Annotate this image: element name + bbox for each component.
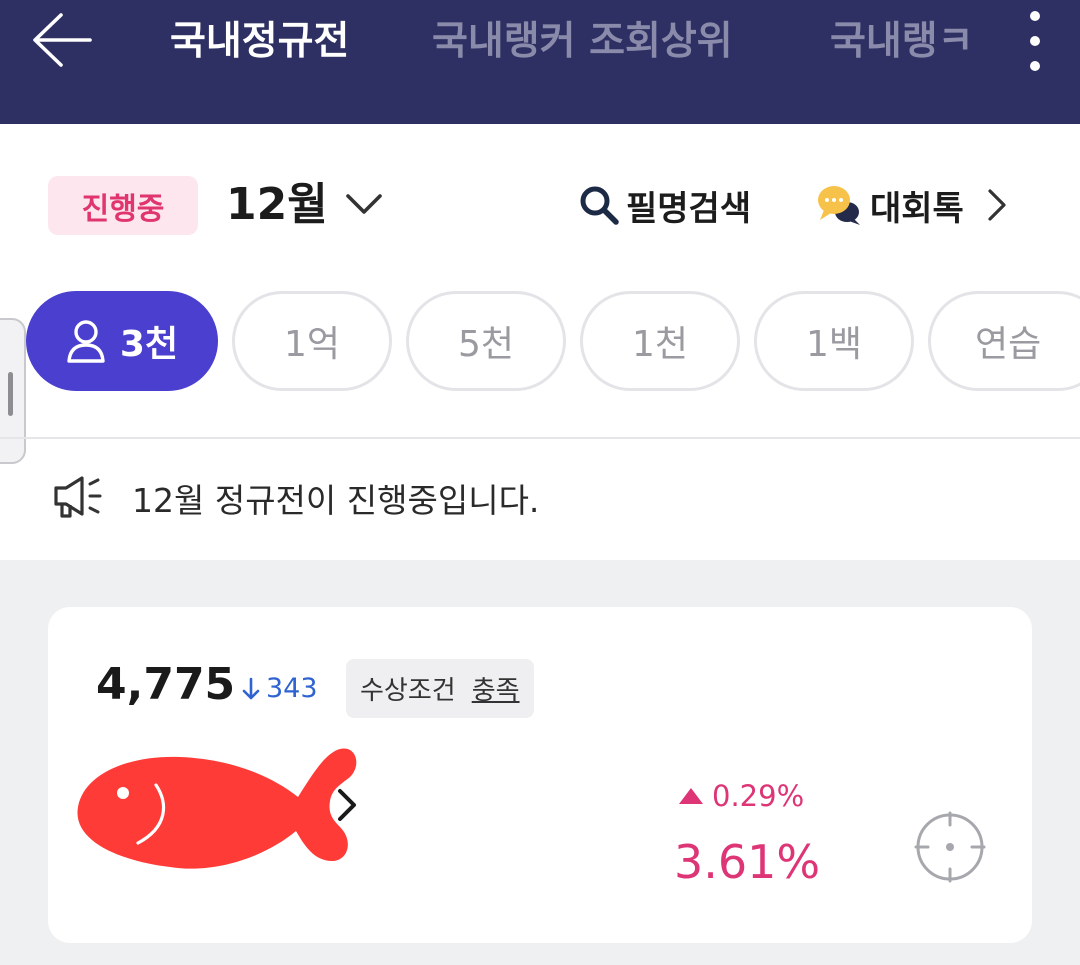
month-selector[interactable]: 12월: [226, 176, 328, 234]
chip-label: 3천: [119, 324, 179, 365]
notice-bar: 12월 정규전이 진행중입니다.: [52, 470, 539, 526]
back-arrow-icon: [33, 13, 92, 67]
daily-change: 0.29%: [678, 779, 804, 813]
contest-talk-button[interactable]: 대회톡: [816, 178, 1012, 232]
rank-change: 343: [242, 673, 318, 704]
tab-domestic-regular[interactable]: 국내정규전: [170, 14, 349, 70]
chip-50m[interactable]: 5천: [406, 291, 566, 391]
nickname-search-button[interactable]: 필명검색: [578, 178, 751, 232]
status-badge: 진행중: [48, 176, 198, 235]
chip-practice[interactable]: 연습: [928, 291, 1080, 391]
back-button[interactable]: [22, 8, 102, 72]
side-drawer-handle[interactable]: [0, 318, 26, 464]
points-value: 4,775: [96, 659, 236, 710]
chip-100m[interactable]: 1억: [232, 291, 392, 391]
tab-domestic-ranker-views[interactable]: 국내랭커 조회상위: [432, 14, 733, 70]
triangle-up-icon: [679, 788, 703, 804]
divider: [0, 437, 1080, 439]
award-label: 수상조건: [360, 676, 456, 706]
more-vertical-icon[interactable]: [1012, 8, 1058, 74]
award-condition-box: 수상조건 충족: [346, 659, 534, 718]
search-label: 필명검색: [626, 188, 752, 229]
rank-change-value: 343: [266, 673, 318, 704]
chevron-right-icon[interactable]: [334, 785, 360, 825]
fish-icon: [77, 748, 357, 869]
top-app-bar: 국내정규전 국내랭커 조회상위 국내랭ㅋ: [0, 0, 1080, 124]
daily-change-value: 0.29%: [712, 779, 805, 813]
chevron-down-icon[interactable]: [344, 184, 384, 224]
chevron-right-icon: [988, 189, 1006, 221]
tab-domestic-ranker-more[interactable]: 국내랭ㅋ: [830, 14, 976, 70]
my-result-card[interactable]: 4,775 343 수상조건 충족 0.29% 3.61%: [48, 607, 1032, 943]
megaphone-icon: [54, 476, 102, 518]
arrow-down-icon: [242, 677, 260, 699]
person-icon: [67, 320, 105, 363]
return-rate: 3.61%: [674, 835, 821, 889]
chip-3000[interactable]: 3천: [26, 291, 218, 391]
search-icon: [580, 186, 619, 225]
award-status[interactable]: 충족: [472, 670, 520, 707]
talk-label: 대회톡: [870, 188, 964, 229]
chat-bubble-icon: [818, 186, 860, 225]
chip-1m[interactable]: 1백: [754, 291, 914, 391]
crosshair-icon[interactable]: [914, 811, 986, 883]
chip-10m[interactable]: 1천: [580, 291, 740, 391]
notice-text: 12월 정규전이 진행중입니다.: [132, 481, 540, 520]
